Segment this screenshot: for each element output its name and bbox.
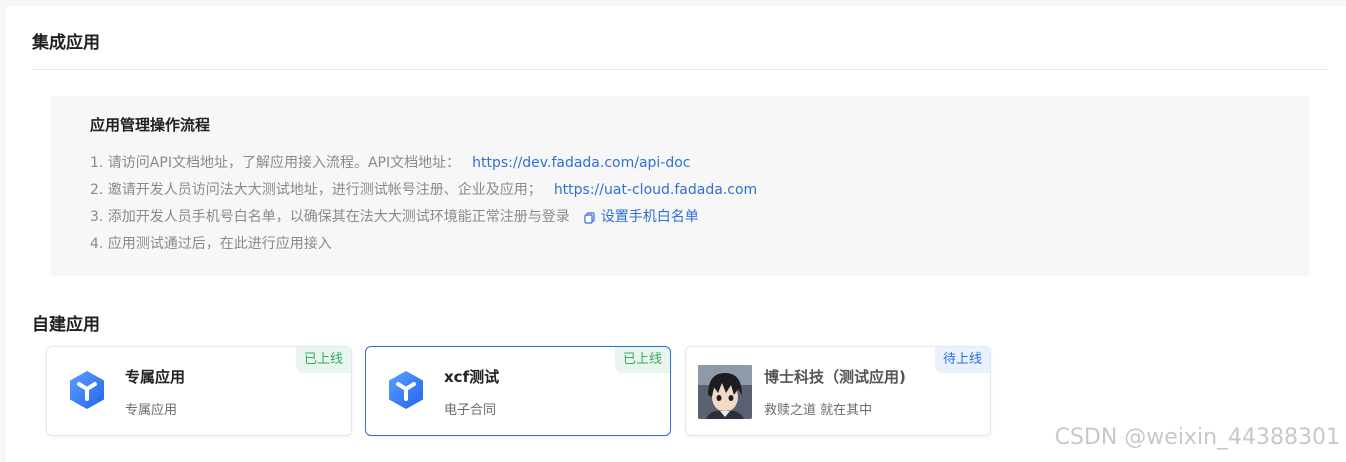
watermark: CSDN @weixin_44388301	[1054, 425, 1340, 450]
cube-logo-icon	[70, 371, 104, 409]
guide-title: 应用管理操作流程	[90, 116, 211, 134]
app-desc: 电子合同	[444, 403, 497, 418]
guide-steps: 1. 请访问API文档地址，了解应用接入流程。API文档地址： https://…	[90, 150, 757, 258]
guide-step-4: 4. 应用测试通过后，在此进行应用接入	[90, 231, 757, 258]
guide-step-3: 3. 添加开发人员手机号白名单，以确保其在法大大测试环境能正常注册与登录 设置手…	[90, 204, 757, 231]
uat-cloud-link[interactable]: https://uat-cloud.fadada.com	[554, 177, 757, 204]
cube-logo-icon	[389, 371, 423, 409]
guide-step-1: 1. 请访问API文档地址，了解应用接入流程。API文档地址： https://…	[90, 150, 757, 177]
api-doc-link[interactable]: https://dev.fadada.com/api-doc	[472, 150, 690, 177]
step-text: 3. 添加开发人员手机号白名单，以确保其在法大大测试环境能正常注册与登录	[90, 209, 570, 225]
app-desc: 救赎之道 就在其中	[764, 403, 873, 418]
app-name: 专属应用	[125, 368, 186, 386]
section-title-self-built: 自建应用	[32, 315, 100, 335]
integration-panel: 集成应用 应用管理操作流程 1. 请访问API文档地址，了解应用接入流程。API…	[6, 6, 1346, 462]
step-text: 2. 邀请开发人员访问法大大测试地址，进行测试帐号注册、企业及应用；	[90, 182, 542, 198]
status-badge: 已上线	[614, 347, 670, 373]
step-text: 4. 应用测试通过后，在此进行应用接入	[90, 236, 332, 252]
step-text: 1. 请访问API文档地址，了解应用接入流程。API文档地址：	[90, 155, 461, 171]
anime-avatar	[698, 365, 752, 419]
set-whitelist-link[interactable]: 设置手机白名单	[601, 204, 699, 231]
app-card[interactable]: 博士科技（测试应用) 救赎之道 就在其中 待上线	[685, 346, 991, 436]
status-badge: 已上线	[295, 347, 351, 373]
app-card[interactable]: 专属应用 专属应用 已上线	[46, 346, 352, 436]
app-card[interactable]: xcf测试 电子合同 已上线	[365, 346, 671, 436]
divider	[32, 69, 1328, 70]
section-title-integration: 集成应用	[32, 33, 100, 53]
guide-step-2: 2. 邀请开发人员访问法大大测试地址，进行测试帐号注册、企业及应用； https…	[90, 177, 757, 204]
copy-icon[interactable]	[584, 211, 596, 224]
app-name: xcf测试	[444, 368, 500, 386]
app-name: 博士科技（测试应用)	[764, 368, 906, 386]
status-badge: 待上线	[934, 347, 990, 373]
guide-box: 应用管理操作流程 1. 请访问API文档地址，了解应用接入流程。API文档地址：…	[50, 96, 1310, 276]
app-desc: 专属应用	[125, 403, 178, 418]
